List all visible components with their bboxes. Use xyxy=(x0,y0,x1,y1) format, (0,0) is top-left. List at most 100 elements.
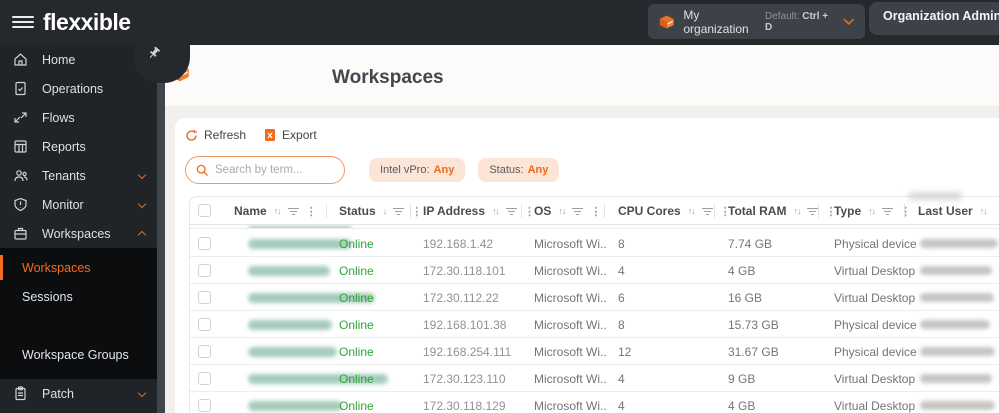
cpu-cell: 6 xyxy=(618,290,625,305)
table-row[interactable]: Online 172.30.112.22 Microsoft Wi... 6 1… xyxy=(190,284,999,311)
table-row[interactable]: Online 192.168.1.42 Microsoft Wi... 8 7.… xyxy=(190,230,999,257)
redacted-name xyxy=(248,311,332,338)
row-checkbox[interactable] xyxy=(198,318,211,331)
refresh-button[interactable]: Refresh xyxy=(185,128,246,142)
organization-selector[interactable]: My organization Default: Ctrl + D xyxy=(648,4,865,39)
cpu-cell: 4 xyxy=(618,398,625,413)
hamburger-menu-icon[interactable] xyxy=(12,16,34,29)
sort-icon[interactable]: ↑↓ xyxy=(980,206,988,216)
row-checkbox[interactable] xyxy=(198,291,211,304)
column-header-type[interactable]: Type ↑↓ ⋮ xyxy=(834,197,911,225)
column-header-ram[interactable]: Total RAM ↑↓ ⋮ xyxy=(728,197,836,225)
redacted-name xyxy=(248,392,342,413)
row-checkbox[interactable] xyxy=(198,345,211,358)
page-title: Workspaces xyxy=(332,67,444,88)
column-header-os[interactable]: OS ↑↓ ⋮ xyxy=(534,197,601,225)
sort-icon[interactable]: ↑↓ xyxy=(492,206,500,216)
sidebar-item-tenants[interactable]: Tenants xyxy=(0,161,157,190)
organization-box-icon xyxy=(659,14,674,29)
column-menu-icon[interactable]: ⋮ xyxy=(590,205,601,218)
row-checkbox[interactable] xyxy=(198,399,211,412)
chevron-down-icon xyxy=(843,18,855,25)
sort-desc-icon[interactable]: ↓ xyxy=(383,206,387,216)
redacted-fragment xyxy=(908,192,962,200)
sort-icon[interactable]: ↑↓ xyxy=(688,206,696,216)
document-icon xyxy=(13,81,28,96)
redacted-last-user xyxy=(920,284,994,311)
sidebar-item-flows[interactable]: Flows xyxy=(0,103,157,132)
column-header-ip[interactable]: IP Address ↑↓ ⋮ xyxy=(423,197,535,225)
status-cell: Online xyxy=(339,263,374,278)
filter-icon[interactable] xyxy=(882,207,894,216)
sidebar-item-analyzer[interactable]: Analyzer xyxy=(0,408,157,413)
column-header-last-user[interactable]: Last User ↑↓ xyxy=(918,197,988,225)
filter-icon[interactable] xyxy=(287,207,299,216)
filter-icon[interactable] xyxy=(701,207,713,216)
sort-icon[interactable]: ↑↓ xyxy=(274,206,282,216)
column-menu-icon[interactable]: ⋮ xyxy=(306,205,317,218)
sidebar-item-workspaces[interactable]: Workspaces xyxy=(0,219,157,248)
chevron-up-icon xyxy=(137,230,147,240)
table-row[interactable]: Online 192.168.254.111 Microsoft Wi... 1… xyxy=(190,338,999,365)
status-cell: Online xyxy=(339,398,374,413)
status-cell: Online xyxy=(339,290,374,305)
app-window: flexxible My organization Default: Ctrl … xyxy=(0,0,999,413)
ip-cell: 172.30.123.110 xyxy=(423,371,506,386)
filter-chip-intel-vpro[interactable]: Intel vPro: Any xyxy=(369,158,466,182)
submenu-item-sessions[interactable]: Sessions xyxy=(0,282,157,311)
filter-icon[interactable] xyxy=(807,207,819,216)
row-checkbox[interactable] xyxy=(198,372,211,385)
sort-icon[interactable]: ↑↓ xyxy=(558,206,566,216)
sort-icon[interactable]: ↑↓ xyxy=(868,206,876,216)
export-button[interactable]: Export xyxy=(264,128,317,142)
toolbar: Refresh Export xyxy=(185,128,317,142)
cpu-cell: 4 xyxy=(618,263,625,278)
chevron-down-icon xyxy=(137,388,147,397)
column-header-name[interactable]: Name ↑↓ ⋮ xyxy=(234,197,317,225)
status-cell: Online xyxy=(339,371,374,386)
filter-icon[interactable] xyxy=(572,207,584,216)
organization-name: My organization xyxy=(683,7,749,36)
role-badge[interactable]: Organization Admin xyxy=(869,2,999,35)
chevron-down-icon xyxy=(137,170,147,179)
submenu-item-workspace-groups[interactable]: Workspace Groups xyxy=(0,340,157,369)
pin-icon[interactable] xyxy=(147,46,161,60)
table-row[interactable]: Online 172.30.123.110 Microsoft Wi... 4 … xyxy=(190,365,999,392)
type-cell: Virtual Desktop xyxy=(834,371,916,386)
cpu-cell: 8 xyxy=(618,236,625,251)
table-row[interactable]: Online 192.168.101.38 Microsoft Wi... 8 … xyxy=(190,311,999,338)
column-menu-icon[interactable]: ⋮ xyxy=(900,205,911,218)
sidebar-item-monitor[interactable]: Monitor xyxy=(0,190,157,219)
cpu-cell: 4 xyxy=(618,371,625,386)
sidebar-item-reports[interactable]: Reports xyxy=(0,132,157,161)
ip-cell: 192.168.1.42 xyxy=(423,236,494,251)
table-row[interactable]: Online 172.30.118.129 Microsoft Wi... 4 … xyxy=(190,392,999,413)
filter-icon[interactable] xyxy=(506,207,518,216)
os-cell: Microsoft Wi... xyxy=(534,344,606,359)
redacted-last-user xyxy=(920,338,995,365)
os-cell: Microsoft Wi... xyxy=(534,236,606,251)
filter-chip-status[interactable]: Status: Any xyxy=(478,158,560,182)
row-checkbox[interactable] xyxy=(198,237,211,250)
type-cell: Physical device xyxy=(834,317,917,332)
sidebar-nav: Home Operations Flows Reports Tenants Mo… xyxy=(0,45,157,413)
sidebar-scrollbar[interactable] xyxy=(157,45,165,413)
row-checkbox[interactable] xyxy=(198,264,211,277)
ram-cell: 4 GB xyxy=(728,398,756,413)
select-all-checkbox[interactable] xyxy=(198,204,211,217)
page-header xyxy=(165,45,999,106)
column-menu-icon[interactable]: ⋮ xyxy=(411,205,422,218)
status-cell: Online xyxy=(339,236,374,251)
type-cell: Virtual Desktop xyxy=(834,290,916,305)
flows-icon xyxy=(13,110,28,125)
search-input[interactable] xyxy=(215,164,335,176)
sidebar-item-patch[interactable]: Patch xyxy=(0,379,157,408)
table-row[interactable]: Online 172.30.118.101 Microsoft Wi... 4 … xyxy=(190,257,999,284)
ram-cell: 15.73 GB xyxy=(728,317,779,332)
sidebar-item-operations[interactable]: Operations xyxy=(0,74,157,103)
filter-icon[interactable] xyxy=(393,207,405,216)
shortcut-hint: Default: Ctrl + D xyxy=(765,10,829,33)
sort-icon[interactable]: ↑↓ xyxy=(793,206,801,216)
submenu-item-workspaces[interactable]: Workspaces xyxy=(0,253,157,282)
submenu-spacer xyxy=(0,311,157,340)
